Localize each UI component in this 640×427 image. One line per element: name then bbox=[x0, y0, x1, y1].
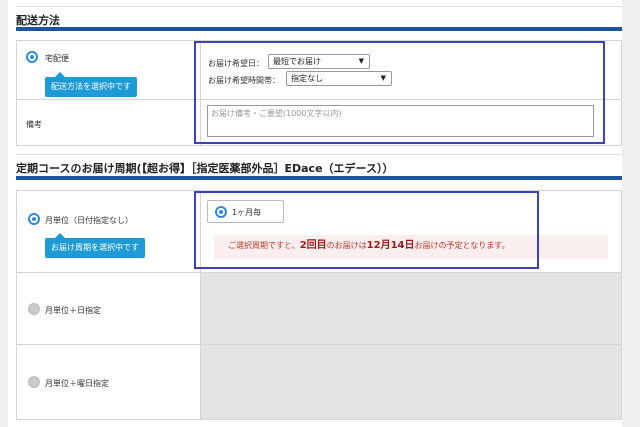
cycle-highlight-box bbox=[194, 191, 539, 269]
cycle-monthly-label: 月単位（日付指定なし） bbox=[45, 216, 133, 225]
remarks-label-cell bbox=[16, 99, 201, 146]
cycle-section-title: 定期コースのお届け周期(【超お得】［指定医薬部外品］EDace（エデース）） bbox=[16, 162, 394, 175]
cycle-option-cell-2 bbox=[16, 272, 201, 345]
shipping-highlight-box bbox=[194, 41, 605, 144]
section-top-line bbox=[16, 6, 622, 7]
cycle-monthly-weekday-radio[interactable] bbox=[28, 376, 40, 388]
cycle-monthly-weekday-label: 月単位＋曜日指定 bbox=[45, 379, 109, 388]
cycle-detail-cell-3 bbox=[200, 344, 622, 420]
cycle-section-bar bbox=[16, 176, 622, 180]
shipping-method-tooltip: 配送方法を選択中です bbox=[45, 72, 137, 97]
cycle-tooltip: お届け周期を選択中です bbox=[45, 233, 145, 258]
cycle-option-cell-1 bbox=[16, 190, 201, 273]
cycle-detail-cell-2 bbox=[200, 272, 622, 345]
shipping-method-label: 宅配便 bbox=[45, 54, 69, 63]
shipping-method-radio[interactable] bbox=[26, 51, 38, 63]
cycle-monthly-radio[interactable] bbox=[28, 213, 40, 225]
cycle-monthly-day-radio[interactable] bbox=[28, 303, 40, 315]
remarks-label: 備考 bbox=[26, 120, 42, 129]
cycle-monthly-day-label: 月単位＋日指定 bbox=[45, 306, 101, 315]
shipping-section-bar bbox=[16, 27, 622, 31]
section-mid-line bbox=[16, 154, 622, 155]
shipping-section-title: 配送方法 bbox=[16, 14, 60, 27]
